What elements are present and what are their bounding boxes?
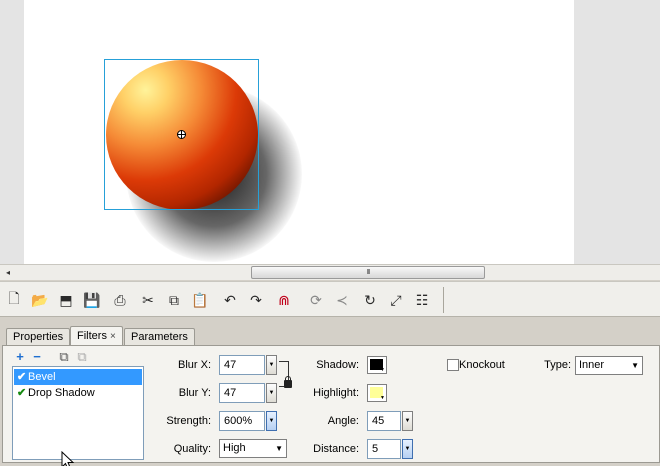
tab-parameters[interactable]: Parameters <box>124 328 195 345</box>
stage-canvas[interactable] <box>24 0 574 264</box>
scroll-left-arrow-icon[interactable]: ◂ <box>2 266 14 279</box>
scale-icon[interactable]: ⤢ <box>386 290 406 310</box>
type-label: Type: <box>544 359 571 371</box>
save-icon[interactable]: 💾 <box>82 290 102 310</box>
main-toolbar: 🗋 📂 ⬒ 💾 ⎙ ✂ ⧉ 📋 ↶ ↷ ⋒ ⟳ ≺ ↻ ⤢ ☷ <box>0 281 660 317</box>
close-icon[interactable]: × <box>110 331 116 342</box>
tab-properties-label: Properties <box>13 331 64 343</box>
horizontal-scrollbar[interactable]: ◂ III <box>0 264 660 280</box>
remove-filter-icon[interactable]: − <box>30 350 44 364</box>
type-value: Inner <box>579 359 605 371</box>
undo-icon[interactable]: ↶ <box>220 290 240 310</box>
chevron-down-icon[interactable]: ▼ <box>275 440 283 457</box>
snap-magnet-icon[interactable]: ⋒ <box>274 290 294 310</box>
toolbar-separator <box>443 287 444 313</box>
type-select[interactable]: Inner ▼ <box>575 356 643 375</box>
stage-area <box>0 0 660 264</box>
lock-icon[interactable] <box>284 376 292 388</box>
new-document-icon[interactable]: 🗋 <box>4 290 24 310</box>
paste-filter-icon[interactable]: ⧉ <box>75 350 89 364</box>
blur-y-label: Blur Y: <box>178 387 211 399</box>
save-to-server-icon[interactable]: ⬒ <box>56 290 76 310</box>
open-folder-icon[interactable]: 📂 <box>30 290 50 310</box>
highlight-label: Highlight: <box>313 387 359 399</box>
blur-y-input[interactable]: 47 <box>219 383 265 403</box>
distance-dropdown-icon[interactable]: ▼ <box>402 439 413 459</box>
chevron-down-icon: ▼ <box>380 367 385 373</box>
distance-label: Distance: <box>313 443 359 455</box>
angle-input[interactable]: 45 <box>367 411 401 431</box>
chevron-down-icon[interactable]: ▼ <box>631 357 639 374</box>
blur-y-dropdown-icon[interactable]: ▼ <box>266 383 277 403</box>
smooth-icon[interactable]: ⟳ <box>306 290 326 310</box>
filter-item-drop-shadow[interactable]: ✔ Drop Shadow <box>14 385 142 401</box>
filter-item-label: Drop Shadow <box>28 387 95 399</box>
strength-dropdown-icon[interactable]: ▼ <box>266 411 277 431</box>
filter-item-bevel[interactable]: ✔ Bevel <box>14 369 142 385</box>
property-panel: Properties Filters × Parameters + − ⧉ ⧉ ✔… <box>0 318 660 466</box>
add-filter-icon[interactable]: + <box>13 350 27 364</box>
copy-icon[interactable]: ⧉ <box>164 290 184 310</box>
quality-label: Quality: <box>173 443 211 455</box>
angle-label: Angle: <box>327 415 359 427</box>
cut-icon[interactable]: ✂ <box>138 290 158 310</box>
tab-filters-label: Filters <box>77 330 107 342</box>
filter-list[interactable]: ✔ Bevel ✔ Drop Shadow <box>12 366 144 466</box>
blur-x-input[interactable]: 47 <box>219 355 265 375</box>
mouse-cursor-icon <box>61 451 75 466</box>
knockout-checkbox[interactable] <box>447 359 459 371</box>
knockout-label: Knockout <box>459 359 505 371</box>
tab-parameters-label: Parameters <box>131 331 188 343</box>
check-icon[interactable]: ✔ <box>14 385 28 401</box>
angle-dropdown-icon[interactable]: ▼ <box>402 411 413 431</box>
check-icon[interactable]: ✔ <box>14 369 28 385</box>
quality-select[interactable]: High ▼ <box>219 439 287 458</box>
quality-value: High <box>223 442 246 454</box>
filters-panel-body: + − ⧉ ⧉ ✔ Bevel ✔ Drop Shadow Blur X: 47 ▼… <box>2 345 660 466</box>
filter-toolbar: + − ⧉ ⧉ <box>13 350 103 364</box>
blur-x-label: Blur X: <box>177 359 211 371</box>
blur-x-dropdown-icon[interactable]: ▼ <box>266 355 277 375</box>
redo-icon[interactable]: ↷ <box>246 290 266 310</box>
registration-point-icon[interactable] <box>177 130 186 139</box>
strength-input[interactable]: 600% <box>219 411 265 431</box>
strength-label: Strength: <box>166 415 211 427</box>
align-icon[interactable]: ☷ <box>412 290 432 310</box>
highlight-color-swatch[interactable]: ▼ <box>367 384 387 402</box>
shadow-label: Shadow: <box>316 359 359 371</box>
paste-icon[interactable]: 📋 <box>190 290 210 310</box>
shadow-color-swatch[interactable]: ▼ <box>367 356 387 374</box>
tab-properties[interactable]: Properties <box>6 328 71 345</box>
scroll-thumb[interactable]: III <box>251 266 485 279</box>
filter-item-label: Bevel <box>28 371 56 383</box>
copy-filter-icon[interactable]: ⧉ <box>57 350 71 364</box>
print-icon[interactable]: ⎙ <box>110 290 130 310</box>
chevron-down-icon: ▼ <box>380 395 385 401</box>
panel-tabs: Properties Filters × Parameters <box>0 326 660 346</box>
tab-filters[interactable]: Filters × <box>70 326 123 346</box>
straighten-icon[interactable]: ≺ <box>332 290 352 310</box>
rotate-icon[interactable]: ↻ <box>360 290 380 310</box>
distance-input[interactable]: 5 <box>367 439 401 459</box>
